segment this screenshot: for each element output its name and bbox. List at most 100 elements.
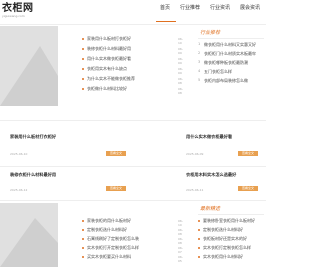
sidebar-heading: 行业推荐 bbox=[200, 30, 221, 36]
sidebar-item-title[interactable]: 做衣柜用什么材料又实惠又好 bbox=[204, 42, 256, 47]
placeholder-graphic bbox=[0, 26, 58, 106]
card-date: 2025-06-09 bbox=[186, 152, 204, 156]
sidebar-item[interactable]: 衣柜板材好还是实木的好 bbox=[198, 236, 264, 245]
sidebar-item[interactable]: 5 衣柜内部布局装修怎么做 bbox=[198, 78, 264, 87]
list-item-date: 06-10 bbox=[178, 219, 183, 227]
top-article-list: 家装用什么板材打衣柜好 06-10 装修衣柜什么材料最好用 06-09 用什么实… bbox=[82, 36, 183, 96]
card-date: 2025-06-10 bbox=[10, 152, 28, 156]
sidebar-item-title[interactable]: 实木衣柜打定制衣柜怎么样 bbox=[203, 245, 251, 250]
sidebar-item[interactable]: 要装修卧室衣柜用什么板材好 bbox=[198, 218, 264, 227]
rank-number: 5 bbox=[198, 78, 201, 82]
article-card[interactable]: 用什么实木做衣柜最好看 2025-06-09 查看全文 bbox=[138, 128, 263, 164]
sidebar-latest-list: 要装修卧室衣柜用什么板材好 定制衣柜选什么材料好 衣柜板材好还是实木的好 实木衣… bbox=[198, 218, 264, 263]
list-item-date: 06-07 bbox=[178, 246, 183, 254]
list-item-title[interactable]: 衣柜用实木有什么缺点 bbox=[87, 66, 127, 71]
list-item[interactable]: 家装衣柜的用什么板材好 06-10 bbox=[82, 218, 183, 227]
list-item-title[interactable]: 用什么实木做衣柜最好看 bbox=[87, 56, 131, 61]
read-more-button[interactable]: 查看全文 bbox=[238, 151, 258, 156]
list-item-date: 06-08 bbox=[178, 237, 183, 245]
list-item[interactable]: 用什么实木做衣柜最好看 06-09 bbox=[82, 56, 183, 66]
list-item-date: 06-09 bbox=[178, 67, 183, 75]
sidebar-recommend-list: 1 做衣柜用什么材料又实惠又好 2 衣柜柜门什么材质实木板最牢 3 做衣柜哪种板… bbox=[198, 42, 264, 87]
sidebar-item-title[interactable]: 衣柜板材好还是实木的好 bbox=[203, 236, 247, 241]
featured-image-bottom[interactable] bbox=[0, 203, 58, 267]
bullet-icon bbox=[198, 238, 200, 240]
list-item[interactable]: 家装用什么板材打衣柜好 06-10 bbox=[82, 36, 183, 46]
list-item-date: 06-09 bbox=[178, 57, 183, 65]
card-title[interactable]: 衣柜用木料实木怎么选最好 bbox=[186, 172, 236, 177]
bullet-icon bbox=[82, 229, 84, 231]
sidebar-item-title[interactable]: 做衣柜哪种板衣柜最防潮 bbox=[204, 60, 248, 65]
list-item-title[interactable]: 实木衣柜打开定制衣柜怎么样 bbox=[87, 245, 139, 250]
list-item-date: 06-10 bbox=[178, 37, 183, 45]
sidebar-item-title[interactable]: 实木衣柜用什么材料好 bbox=[203, 254, 243, 259]
list-item[interactable]: 实木衣柜打开定制衣柜怎么样 06-07 bbox=[82, 245, 183, 254]
section-divider bbox=[0, 120, 266, 121]
sidebar-divider bbox=[198, 214, 264, 215]
article-card[interactable]: 家装用什么板材打衣柜好 2025-06-10 查看全文 bbox=[6, 128, 131, 164]
bullet-icon bbox=[82, 68, 84, 70]
bullet-icon bbox=[82, 238, 84, 240]
sidebar-item[interactable]: 3 做衣柜哪种板衣柜最防潮 bbox=[198, 60, 264, 69]
card-title[interactable]: 家装用什么板材打衣柜好 bbox=[10, 134, 56, 139]
rank-number: 1 bbox=[198, 42, 201, 46]
bullet-icon bbox=[82, 247, 84, 249]
card-date: 2025-06-12 bbox=[10, 188, 28, 192]
sidebar-item[interactable]: 2 衣柜柜门什么材质实木板最牢 bbox=[198, 51, 264, 60]
article-card[interactable]: 衣柜用木料实木怎么选最好 2025-06-11 查看全文 bbox=[138, 166, 263, 198]
featured-image[interactable] bbox=[0, 26, 58, 106]
read-more-button[interactable]: 查看全文 bbox=[238, 186, 258, 191]
sidebar-item-title[interactable]: 五门衣柜怎么样 bbox=[204, 69, 232, 74]
bullet-icon bbox=[82, 78, 84, 80]
list-item[interactable]: 装修衣柜什么材料最好用 06-09 bbox=[82, 46, 183, 56]
article-card[interactable]: 装修衣柜什么材料最好用 2025-06-12 查看全文 bbox=[6, 166, 131, 198]
card-date: 2025-06-11 bbox=[186, 188, 204, 192]
sidebar-item-title[interactable]: 定制衣柜选什么材料好 bbox=[203, 227, 243, 232]
list-item[interactable]: 衣柜做什么材料比较好 06-08 bbox=[82, 86, 183, 96]
list-item-title[interactable]: 为什么实木不能做衣柜推荐 bbox=[87, 76, 135, 81]
list-item[interactable]: 为什么实木不能做衣柜推荐 06-08 bbox=[82, 76, 183, 86]
bullet-icon bbox=[82, 88, 84, 90]
nav-item-news[interactable]: 行业资讯 bbox=[210, 5, 230, 11]
list-item[interactable]: 衣柜用实木有什么缺点 06-09 bbox=[82, 66, 183, 76]
bullet-icon bbox=[82, 256, 84, 258]
rank-number: 4 bbox=[198, 69, 201, 73]
list-item-title[interactable]: 石膏线刷好了定制衣柜怎么装 bbox=[87, 236, 139, 241]
list-item-title[interactable]: 定制衣柜选什么材料好 bbox=[87, 227, 127, 232]
read-more-button[interactable]: 查看全文 bbox=[106, 151, 126, 156]
bullet-icon bbox=[198, 256, 200, 258]
list-item-title[interactable]: 家装用什么板材打衣柜好 bbox=[87, 36, 131, 41]
list-item-title[interactable]: 买实木衣柜要买什么材料 bbox=[87, 254, 131, 259]
sidebar-heading-latest: 最新精选 bbox=[200, 206, 221, 212]
list-item-title[interactable]: 衣柜做什么材料比较好 bbox=[87, 86, 127, 91]
sidebar-item[interactable]: 实木衣柜打定制衣柜怎么样 bbox=[198, 245, 264, 254]
section-divider bbox=[0, 200, 266, 201]
sidebar-item[interactable]: 4 五门衣柜怎么样 bbox=[198, 69, 264, 78]
nav-item-home[interactable]: 首页 bbox=[160, 5, 170, 11]
nav-active-indicator bbox=[156, 21, 176, 22]
list-item[interactable]: 石膏线刷好了定制衣柜怎么装 06-08 bbox=[82, 236, 183, 245]
sidebar-item[interactable]: 定制衣柜选什么材料好 bbox=[198, 227, 264, 236]
card-title[interactable]: 装修衣柜什么材料最好用 bbox=[10, 172, 56, 177]
sidebar-item[interactable]: 1 做衣柜用什么材料又实惠又好 bbox=[198, 42, 264, 51]
nav-item-recommend[interactable]: 行业推荐 bbox=[180, 5, 200, 11]
nav-item-expo[interactable]: 展会资讯 bbox=[240, 5, 260, 11]
card-title[interactable]: 用什么实木做衣柜最好看 bbox=[186, 134, 232, 139]
sidebar-item-title[interactable]: 衣柜内部布局装修怎么做 bbox=[204, 78, 248, 83]
list-item-title[interactable]: 家装衣柜的用什么板材好 bbox=[87, 218, 131, 223]
sidebar-item[interactable]: 实木衣柜用什么材料好 bbox=[198, 254, 264, 263]
sidebar-item-title[interactable]: 要装修卧室衣柜用什么板材好 bbox=[203, 218, 255, 223]
list-item-title[interactable]: 装修衣柜什么材料最好用 bbox=[87, 46, 131, 51]
list-item-date: 06-08 bbox=[178, 87, 183, 95]
sidebar-divider bbox=[198, 38, 264, 39]
list-item[interactable]: 定制衣柜选什么材料好 06-08 bbox=[82, 227, 183, 236]
bullet-icon bbox=[198, 229, 200, 231]
bullet-icon bbox=[198, 220, 200, 222]
list-item-date: 06-08 bbox=[178, 228, 183, 236]
sidebar-item-title[interactable]: 衣柜柜门什么材质实木板最牢 bbox=[204, 51, 256, 56]
read-more-button[interactable]: 查看全文 bbox=[106, 186, 126, 191]
list-item[interactable]: 买实木衣柜要买什么材料 06-05 bbox=[82, 254, 183, 263]
bottom-article-list: 家装衣柜的用什么板材好 06-10 定制衣柜选什么材料好 06-08 石膏线刷好… bbox=[82, 218, 183, 263]
bullet-icon bbox=[82, 220, 84, 222]
list-item-date: 06-08 bbox=[178, 77, 183, 85]
